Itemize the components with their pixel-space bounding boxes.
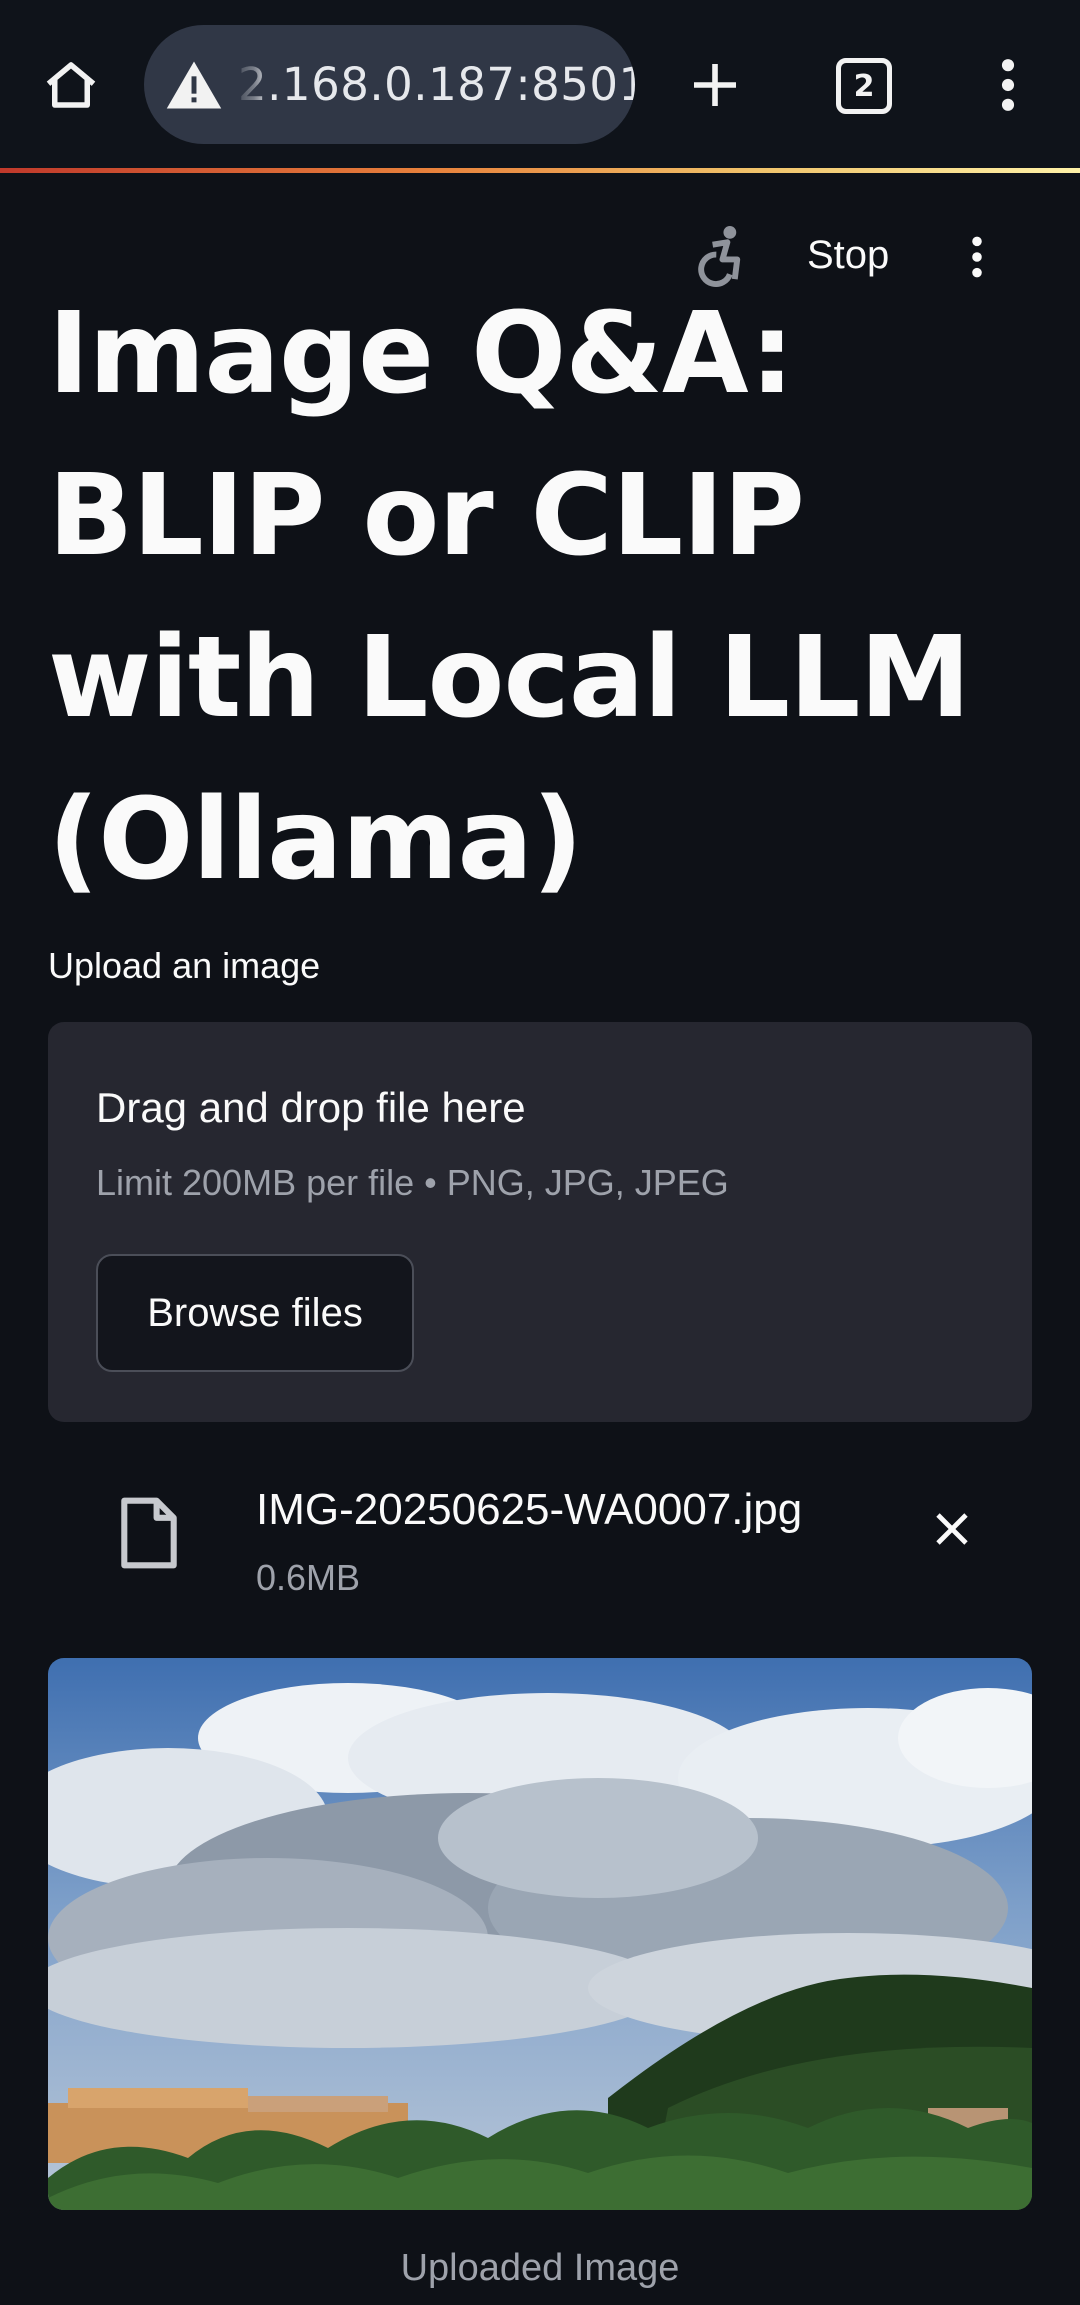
more-vert-icon[interactable] bbox=[990, 50, 1026, 120]
close-icon[interactable] bbox=[932, 1509, 976, 1553]
stop-button[interactable]: Stop bbox=[807, 233, 889, 278]
uploaded-image bbox=[48, 1658, 1032, 2210]
warning-icon[interactable] bbox=[164, 59, 224, 111]
uploader-label: Upload an image bbox=[48, 945, 321, 986]
dropzone-instructions: Drag and drop file here bbox=[96, 1084, 526, 1131]
home-icon[interactable] bbox=[36, 50, 106, 120]
file-size: 0.6MB bbox=[256, 1557, 361, 1598]
page-title: Image Q&A: BLIP or CLIP with Local LLM (… bbox=[48, 289, 971, 905]
streamlit-app: Stop Image Q&A: BLIP or CLIP with Local … bbox=[0, 173, 1080, 2305]
browser-toolbar: 2.168.0.187:8501 2 bbox=[0, 0, 1080, 170]
address-bar[interactable]: 2.168.0.187:8501 bbox=[144, 25, 635, 144]
file-name: IMG-20250625-WA0007.jpg bbox=[256, 1485, 803, 1534]
uploaded-file-item: IMG-20250625-WA0007.jpg 0.6MB bbox=[48, 1453, 1032, 1613]
url-text[interactable]: 2.168.0.187:8501 bbox=[238, 25, 635, 144]
file-dropzone[interactable]: Drag and drop file here Limit 200MB per … bbox=[48, 1022, 1032, 1422]
browse-files-button[interactable]: Browse files bbox=[96, 1254, 414, 1372]
image-caption: Uploaded Image bbox=[400, 2247, 680, 2289]
tabs-icon[interactable]: 2 bbox=[836, 58, 892, 114]
file-icon bbox=[118, 1495, 188, 1575]
dropzone-limit-text: Limit 200MB per file • PNG, JPG, JPEG bbox=[96, 1162, 729, 1203]
plus-icon[interactable] bbox=[680, 50, 750, 120]
url-fade bbox=[230, 25, 270, 144]
